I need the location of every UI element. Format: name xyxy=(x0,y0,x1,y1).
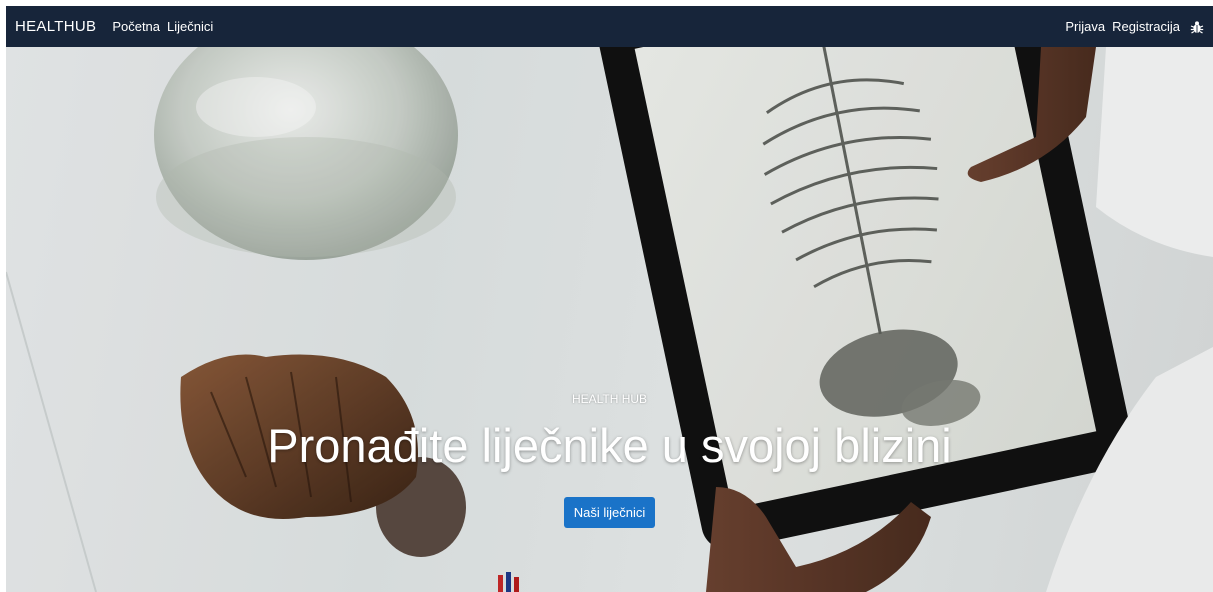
hero-headline: Pronađite liječnike u svojoj blizini xyxy=(267,419,952,472)
nav-link-registracija[interactable]: Registracija xyxy=(1112,19,1180,34)
nasi-lijecnici-button[interactable]: Naši liječnici xyxy=(563,496,656,528)
hero-section: HEALTH HUB Pronađite liječnike u svojoj … xyxy=(6,47,1213,592)
hero-content: HEALTH HUB Pronađite liječnike u svojoj … xyxy=(6,392,1213,528)
bug-icon[interactable] xyxy=(1190,20,1204,34)
brand-logo[interactable]: HEALTHUB xyxy=(15,18,96,35)
nav-link-prijava[interactable]: Prijava xyxy=(1065,19,1105,34)
navbar: HEALTHUB Početna Liječnici Prijava Regis… xyxy=(6,6,1213,47)
nav-link-pocetna[interactable]: Početna xyxy=(112,19,160,34)
hero-eyebrow: HEALTH HUB xyxy=(571,392,648,406)
nav-right: Prijava Registracija xyxy=(1058,19,1204,34)
page-frame: HEALTHUB Početna Liječnici Prijava Regis… xyxy=(6,6,1213,592)
nav-left: HEALTHUB Početna Liječnici xyxy=(15,18,220,35)
nav-link-lijecnici[interactable]: Liječnici xyxy=(167,19,213,34)
